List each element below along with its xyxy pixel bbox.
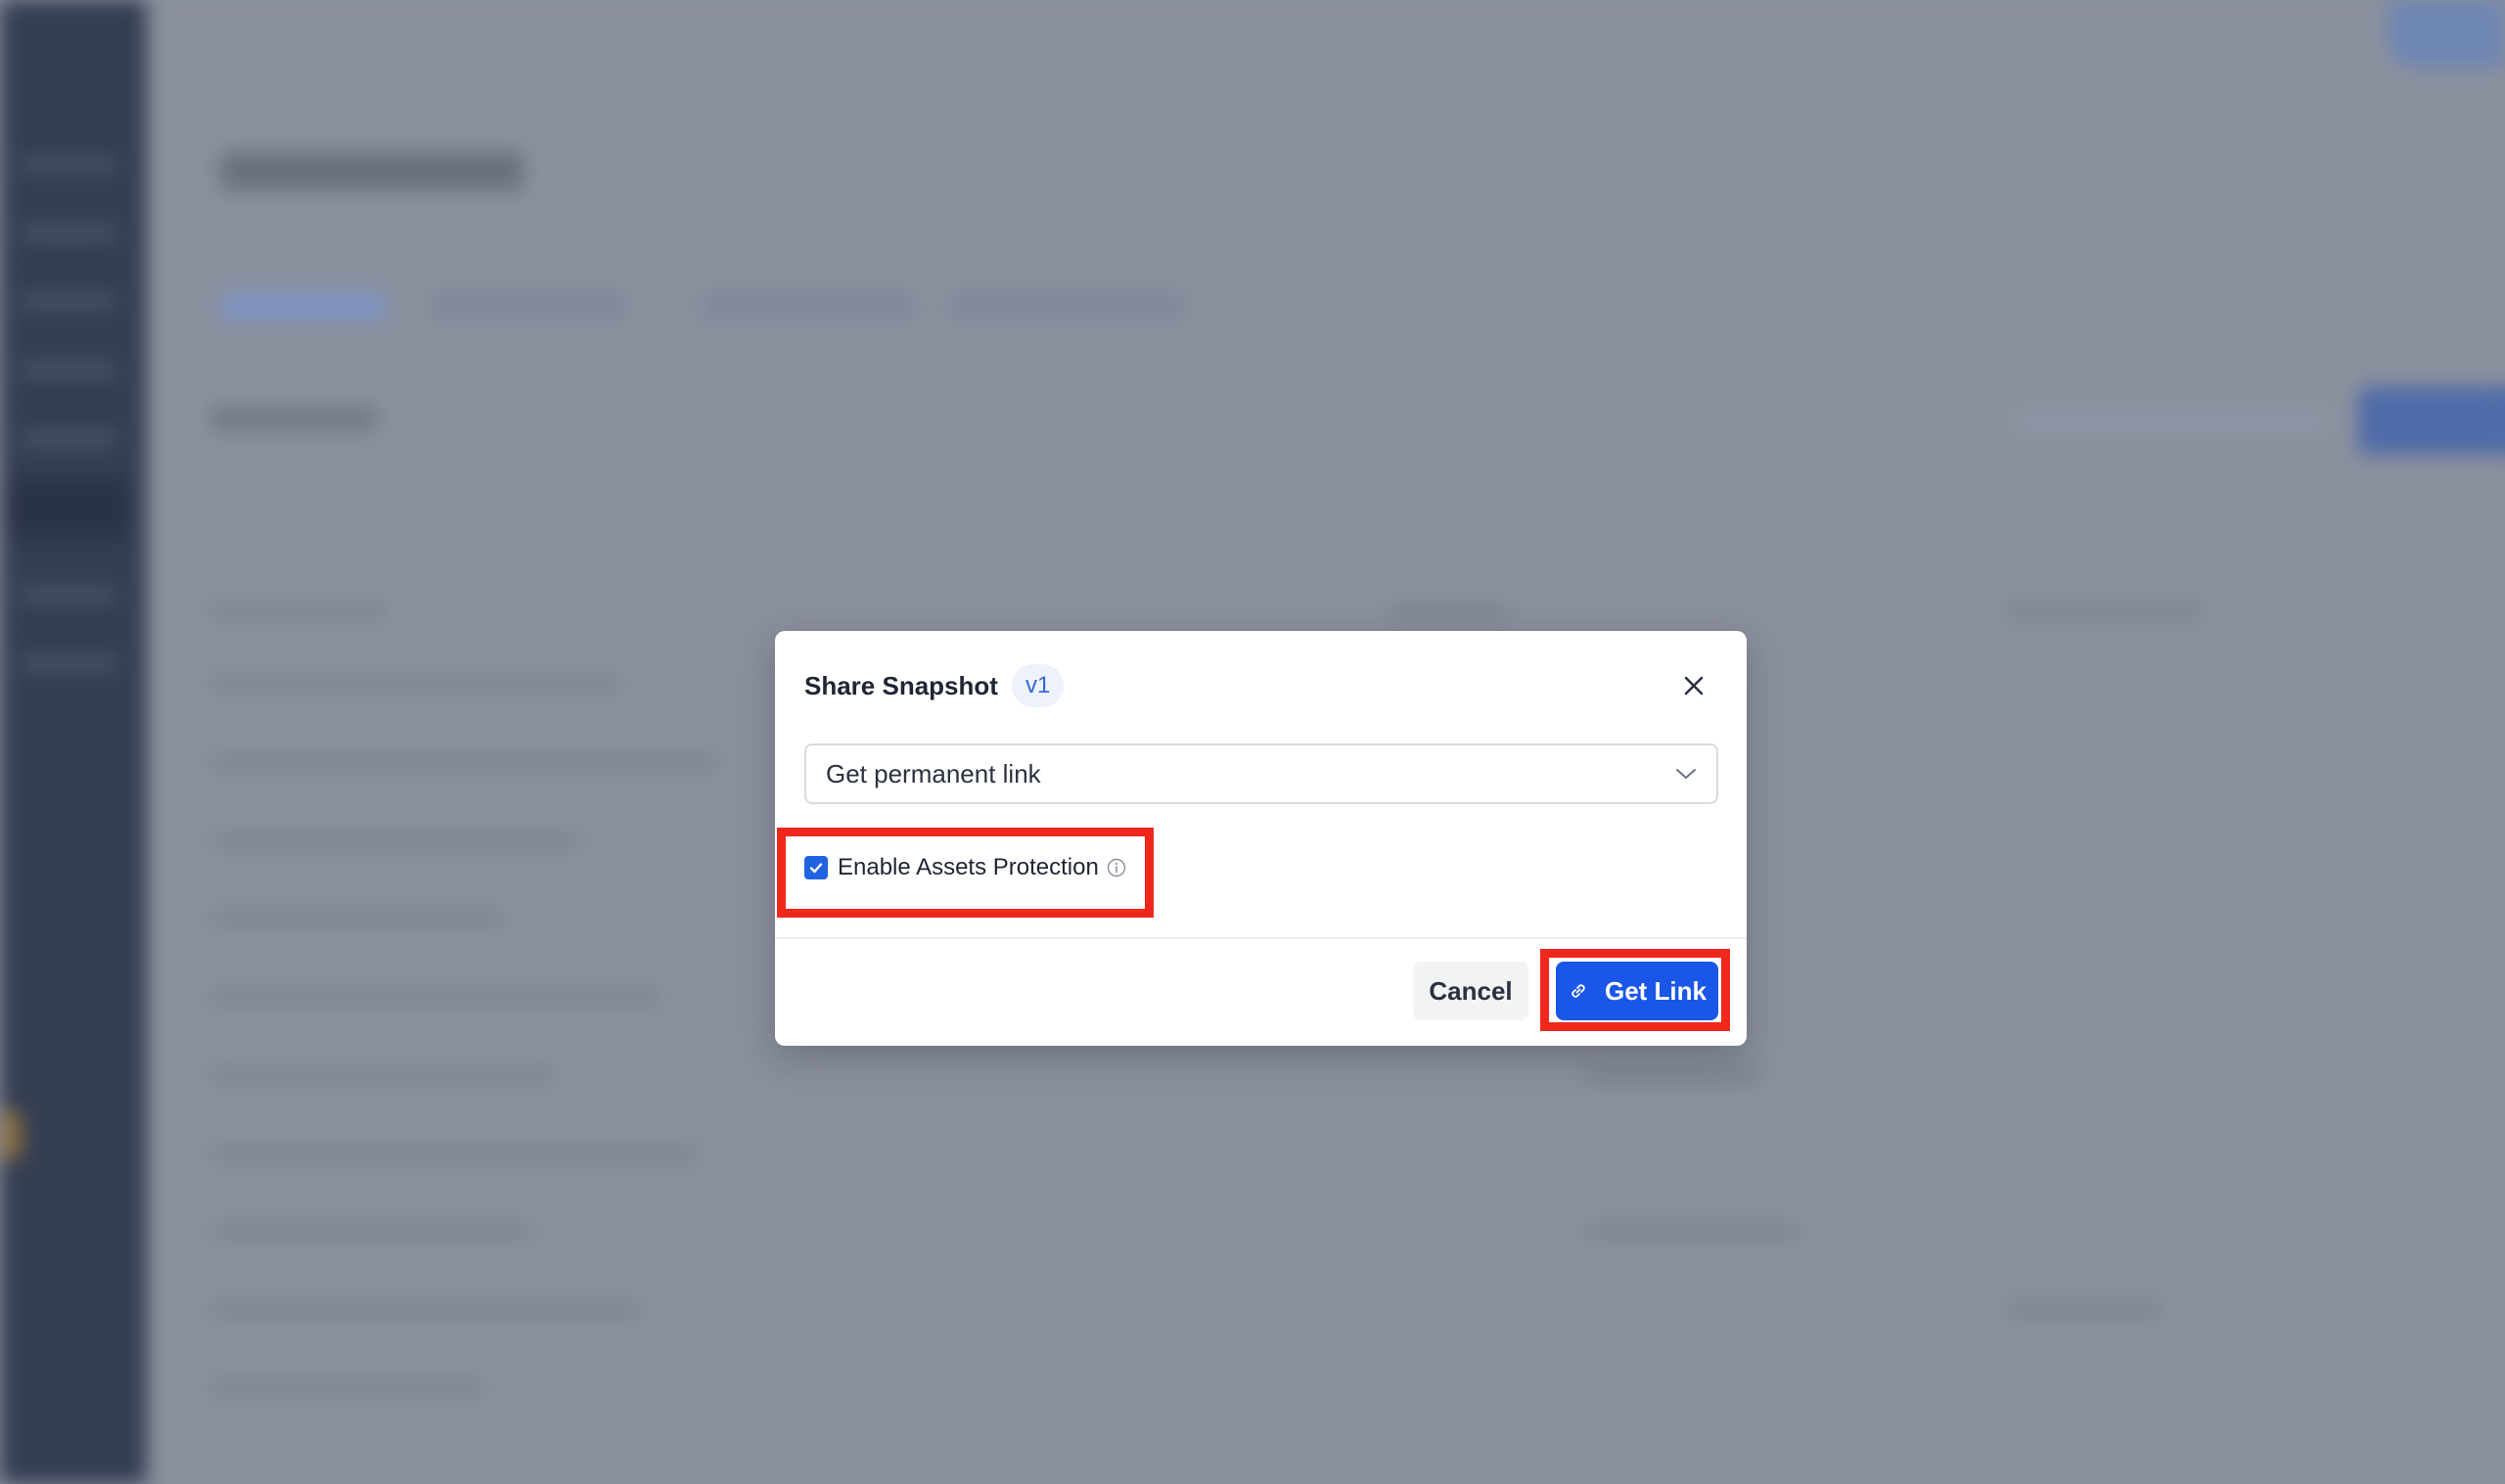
- background-row: [210, 753, 719, 771]
- cancel-button[interactable]: Cancel: [1413, 962, 1528, 1020]
- link-icon: [1568, 980, 1589, 1002]
- background-sidebar-active-item: [10, 479, 127, 538]
- background-row: [1389, 602, 1507, 619]
- background-tab: [431, 292, 626, 321]
- assets-protection-row: Enable Assets Protection: [804, 850, 1126, 885]
- background-section-title: [210, 406, 377, 431]
- close-icon: [1684, 676, 1704, 696]
- background-row: [210, 602, 387, 619]
- get-link-label: Get Link: [1604, 975, 1707, 1006]
- screen: Share Snapshot v1 Get permanent link Ena…: [0, 0, 2505, 1484]
- checkmark-icon: [809, 863, 823, 874]
- background-row: [210, 988, 660, 1006]
- link-type-select[interactable]: Get permanent link: [804, 743, 1718, 804]
- background-sidebar-item: [20, 430, 117, 446]
- link-type-select-value: Get permanent link: [826, 758, 1041, 788]
- background-sidebar-marker: [0, 1110, 22, 1159]
- background-row: [2006, 602, 2202, 619]
- close-button[interactable]: [1670, 662, 1717, 709]
- chevron-down-icon: [1676, 769, 1696, 779]
- background-sidebar-item: [20, 655, 117, 671]
- background-sidebar-item: [20, 587, 117, 603]
- background-sidebar-item: [20, 157, 117, 172]
- background-toolbar-item: [2016, 411, 2329, 432]
- background-row: [210, 910, 504, 927]
- background-tab: [949, 292, 1184, 321]
- background-sidebar-item: [20, 293, 117, 309]
- background-row: [2006, 1301, 2163, 1319]
- background-tab: [220, 292, 387, 321]
- background-row: [1585, 1223, 1800, 1240]
- dialog-header: Share Snapshot v1: [804, 658, 1717, 713]
- background-row: [210, 1066, 553, 1084]
- background-row: [210, 1301, 641, 1319]
- get-link-button[interactable]: Get Link: [1556, 962, 1718, 1020]
- share-snapshot-dialog: Share Snapshot v1 Get permanent link Ena…: [775, 631, 1747, 1046]
- background-page-title: [220, 152, 524, 191]
- background-row: [1585, 1066, 1761, 1084]
- version-badge: v1: [1011, 664, 1065, 707]
- background-row: [210, 675, 621, 693]
- dialog-title: Share Snapshot: [804, 670, 998, 700]
- background-row: [210, 1379, 484, 1397]
- background-row: [210, 1223, 533, 1240]
- assets-protection-label[interactable]: Enable Assets Protection: [838, 854, 1099, 881]
- background-row: [210, 832, 582, 849]
- background-sidebar: [0, 0, 147, 1484]
- assets-protection-checkbox[interactable]: [804, 856, 828, 879]
- background-primary-button: [2358, 386, 2505, 455]
- dialog-footer-divider: [775, 937, 1747, 939]
- info-icon[interactable]: [1107, 858, 1126, 877]
- background-tab: [700, 292, 915, 321]
- background-avatar: [2388, 0, 2505, 68]
- background-sidebar-item: [20, 225, 117, 241]
- background-row: [210, 1145, 700, 1162]
- background-sidebar-item: [20, 362, 117, 378]
